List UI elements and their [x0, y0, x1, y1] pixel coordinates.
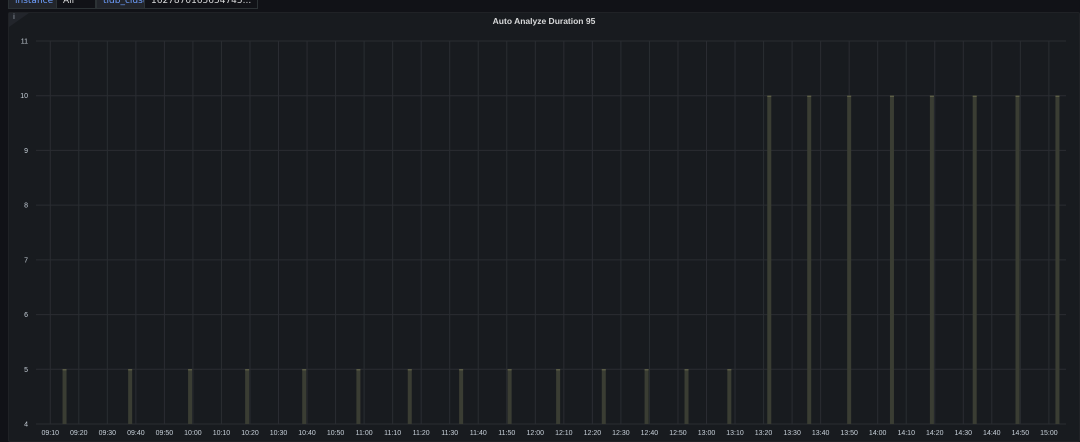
- x-tick-label: 13:10: [726, 430, 744, 437]
- x-tick-label: 09:50: [156, 430, 174, 437]
- x-tick-label: 11:20: [413, 430, 430, 437]
- bar: [302, 369, 307, 424]
- x-tick-label: 09:40: [127, 430, 145, 437]
- y-axis-ticks: 4 5 6 7 8 9 10 11: [20, 39, 28, 429]
- bar: [62, 369, 67, 424]
- x-tick-label: 13:40: [812, 430, 830, 437]
- x-tick-label: 12:10: [555, 430, 573, 437]
- x-tick-label: 13:30: [783, 430, 801, 437]
- x-tick-label: 14:00: [869, 430, 887, 437]
- x-tick-label: 12:40: [641, 430, 659, 437]
- bar: [556, 369, 561, 424]
- bar: [459, 369, 464, 424]
- bar: [188, 369, 193, 424]
- bar: [644, 369, 649, 424]
- x-tick-label: 10:10: [213, 430, 231, 437]
- bar: [1015, 95, 1020, 424]
- x-tick-label: 11:50: [498, 430, 515, 437]
- y-tick-label: 7: [24, 257, 28, 264]
- bar: [1055, 95, 1060, 424]
- bar: [807, 95, 812, 424]
- bar: [972, 95, 977, 424]
- x-tick-label: 10:20: [241, 430, 259, 437]
- y-tick-label: 11: [21, 39, 28, 46]
- x-tick-label: 12:20: [584, 430, 602, 437]
- bar: [601, 369, 606, 424]
- x-tick-label: 14:40: [983, 430, 1001, 437]
- bar: [847, 95, 852, 424]
- x-tick-label: 14:30: [955, 430, 973, 437]
- bar: [684, 369, 689, 424]
- x-tick-label: 13:00: [698, 430, 716, 437]
- x-tick-label: 11:00: [356, 430, 373, 437]
- bar: [889, 95, 894, 424]
- x-axis-ticks: 09:10 09:20 09:30 09:40 09:50 10:00 10:10 10:20…: [42, 430, 1058, 437]
- x-tick-label: 13:50: [840, 430, 858, 437]
- x-tick-label: 10:50: [327, 430, 345, 437]
- bar: [356, 369, 361, 424]
- x-tick-label: 12:00: [527, 430, 545, 437]
- x-tick-label: 10:40: [298, 430, 316, 437]
- x-tick-label: 14:20: [926, 430, 944, 437]
- grid-lines: [36, 40, 1066, 425]
- y-tick-label: 10: [20, 93, 28, 100]
- bar: [929, 95, 934, 424]
- y-tick-label: 5: [24, 367, 28, 374]
- bar: [407, 369, 412, 424]
- y-tick-label: 9: [24, 148, 28, 155]
- y-tick-label: 4: [24, 422, 28, 429]
- x-tick-label: 09:20: [70, 430, 88, 437]
- chart-plot: 4 5 6 7 8 9 10 11 09:10 09:20 09:30 09:40 09:50 10:0…: [20, 39, 1066, 437]
- x-tick-label: 09:10: [42, 430, 60, 437]
- x-tick-label: 15:00: [1040, 430, 1058, 437]
- bar: [128, 369, 133, 424]
- bar: [767, 95, 772, 424]
- bar: [245, 369, 250, 424]
- x-tick-label: 09:30: [99, 430, 117, 437]
- x-tick-label: 12:30: [612, 430, 630, 437]
- x-tick-label: 10:30: [270, 430, 288, 437]
- x-tick-label: 12:50: [669, 430, 687, 437]
- bar: [727, 369, 732, 424]
- x-tick-label: 10:00: [184, 430, 202, 437]
- x-tick-label: 11:30: [441, 430, 458, 437]
- x-tick-label: 14:50: [1012, 430, 1030, 437]
- y-tick-label: 8: [24, 203, 28, 210]
- y-tick-label: 6: [24, 312, 28, 319]
- x-tick-label: 11:10: [384, 430, 401, 437]
- x-tick-label: 14:10: [897, 430, 915, 437]
- x-tick-label: 13:20: [755, 430, 773, 437]
- bar: [507, 369, 512, 424]
- x-tick-label: 11:40: [470, 430, 487, 437]
